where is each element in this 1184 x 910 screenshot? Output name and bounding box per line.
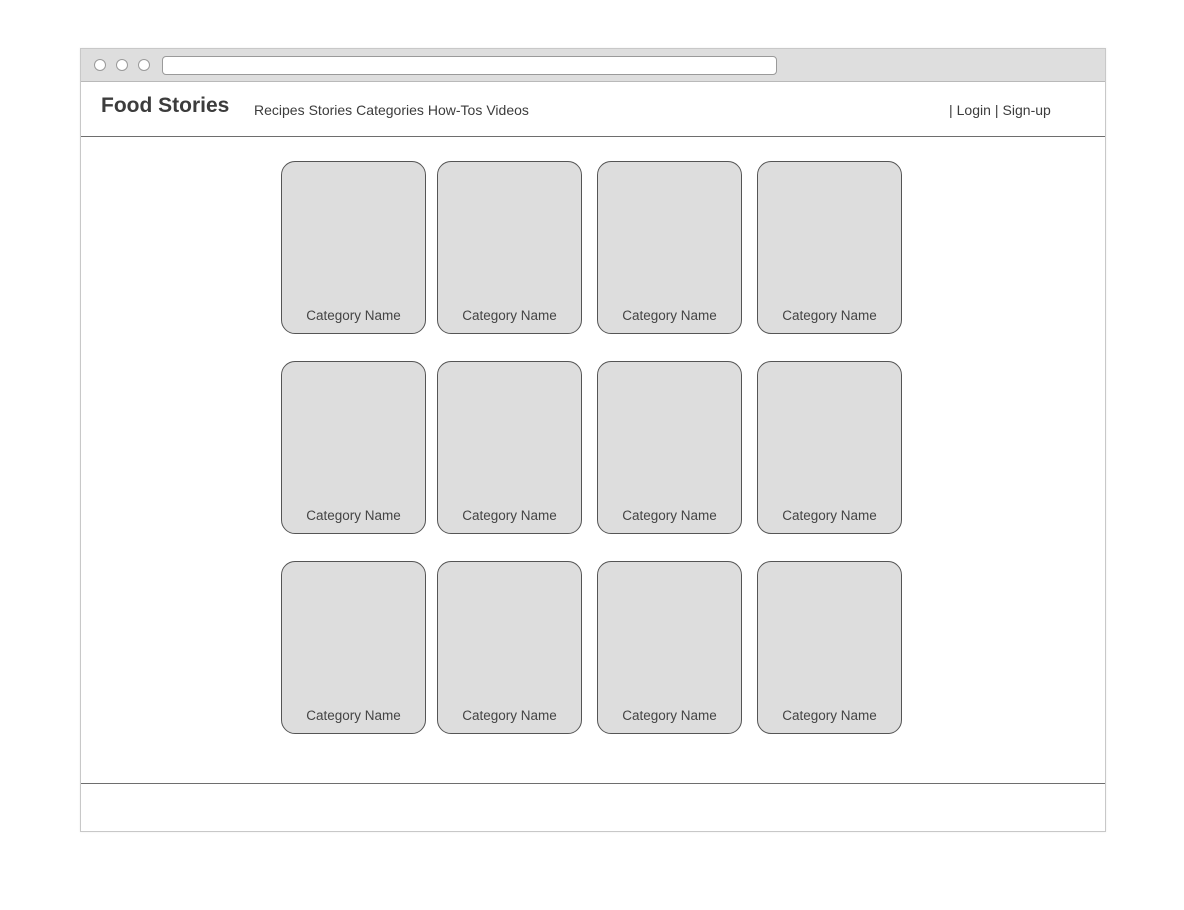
- category-card[interactable]: Category Name: [281, 161, 426, 334]
- category-name: Category Name: [622, 708, 717, 723]
- window-maximize-icon[interactable]: [138, 59, 150, 71]
- category-name: Category Name: [462, 508, 557, 523]
- site-header: Food Stories Recipes Stories Categories …: [81, 82, 1105, 137]
- category-name: Category Name: [306, 508, 401, 523]
- window-close-icon[interactable]: [94, 59, 106, 71]
- category-name: Category Name: [782, 508, 877, 523]
- auth-links: | Login | Sign-up: [949, 102, 1051, 118]
- category-name: Category Name: [782, 708, 877, 723]
- category-card[interactable]: Category Name: [437, 361, 582, 534]
- address-bar[interactable]: [162, 56, 777, 75]
- nav-item-how-tos[interactable]: How-Tos: [428, 102, 482, 118]
- nav-item-videos[interactable]: Videos: [486, 102, 529, 118]
- nav-item-recipes[interactable]: Recipes: [254, 102, 305, 118]
- auth-separator: |: [949, 102, 953, 118]
- category-card[interactable]: Category Name: [757, 161, 902, 334]
- category-name: Category Name: [306, 308, 401, 323]
- category-name: Category Name: [462, 708, 557, 723]
- window-minimize-icon[interactable]: [116, 59, 128, 71]
- category-name: Category Name: [462, 308, 557, 323]
- site-logo[interactable]: Food Stories: [101, 94, 229, 118]
- nav-item-stories[interactable]: Stories: [309, 102, 353, 118]
- site-footer: [81, 783, 1105, 832]
- browser-window: Food Stories Recipes Stories Categories …: [80, 48, 1106, 832]
- category-card[interactable]: Category Name: [597, 161, 742, 334]
- login-link[interactable]: Login: [957, 102, 991, 118]
- auth-separator: |: [994, 102, 999, 118]
- category-name: Category Name: [622, 508, 717, 523]
- browser-titlebar: [81, 49, 1105, 82]
- category-card[interactable]: Category Name: [757, 561, 902, 734]
- category-card[interactable]: Category Name: [597, 561, 742, 734]
- category-card[interactable]: Category Name: [597, 361, 742, 534]
- category-grid: Category Name Category Name Category Nam…: [281, 161, 905, 735]
- nav-item-categories[interactable]: Categories: [356, 102, 424, 118]
- category-card[interactable]: Category Name: [437, 561, 582, 734]
- category-card[interactable]: Category Name: [757, 361, 902, 534]
- signup-link[interactable]: Sign-up: [1003, 102, 1051, 118]
- category-name: Category Name: [782, 308, 877, 323]
- category-card[interactable]: Category Name: [281, 561, 426, 734]
- category-name: Category Name: [306, 708, 401, 723]
- category-card[interactable]: Category Name: [281, 361, 426, 534]
- category-name: Category Name: [622, 308, 717, 323]
- category-card[interactable]: Category Name: [437, 161, 582, 334]
- main-nav: Recipes Stories Categories How-Tos Video…: [254, 102, 529, 118]
